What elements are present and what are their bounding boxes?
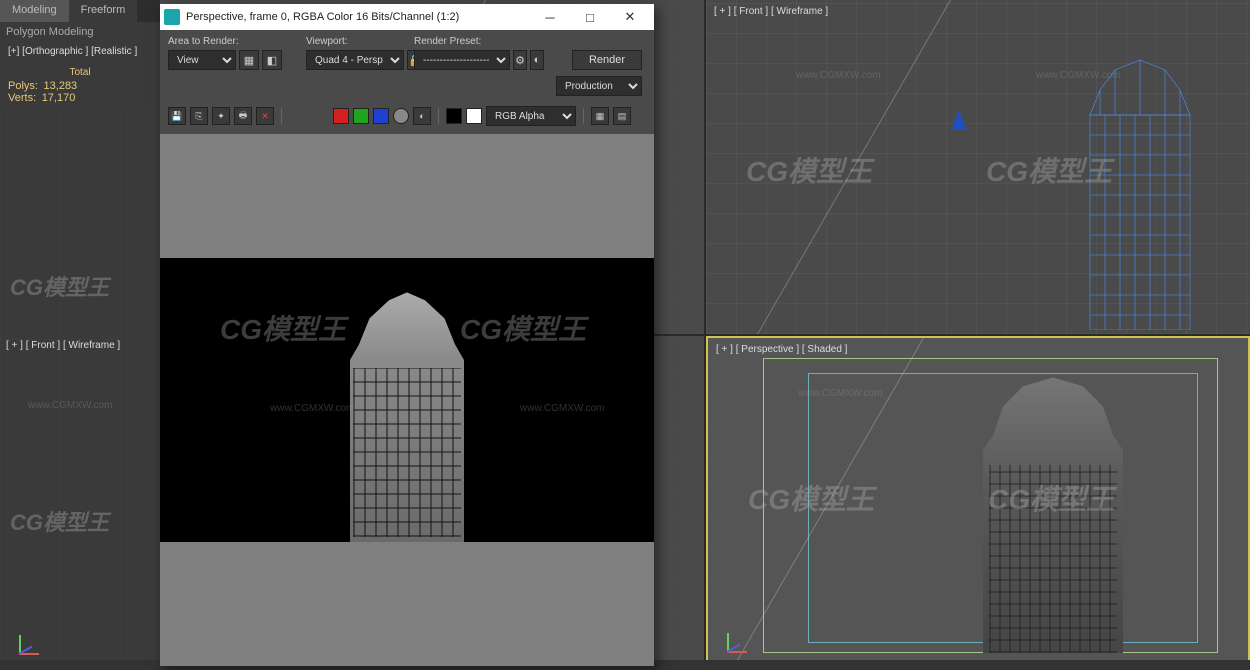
- camera-cone-icon: [951, 110, 967, 130]
- close-button[interactable]: ✕: [610, 4, 650, 30]
- ribbon-tabs: Modeling Freeform: [0, 0, 160, 22]
- render-button[interactable]: Render: [572, 50, 642, 70]
- clone-button[interactable]: ✦: [212, 107, 230, 125]
- render-setup-button[interactable]: ⚙: [513, 50, 527, 70]
- viewport-label-tr[interactable]: [ + ] [ Front ] [ Wireframe ]: [714, 6, 828, 17]
- render-preset-label: Render Preset:: [414, 36, 544, 47]
- area-to-render-label: Area to Render:: [168, 36, 298, 47]
- monochrome-button[interactable]: ◐: [413, 107, 431, 125]
- section-polygon-modeling: Polygon Modeling: [0, 22, 160, 42]
- save-image-button[interactable]: 💾: [168, 107, 186, 125]
- minimize-button[interactable]: ─: [530, 4, 570, 30]
- viewport-select-label: Viewport:: [306, 36, 406, 47]
- viewport-bottom-right[interactable]: [ + ] [ Perspective ] [ Shaded ] CG模型王 C…: [706, 336, 1250, 670]
- render-toolbar-row2: 💾 ⎘ ✦ 🖶 ✕ ◐ RGB Alpha ▦ ▤: [160, 102, 654, 134]
- viewport-mode-label[interactable]: [+] [Orthographic ] [Realistic ]: [0, 42, 160, 61]
- watermark: CG模型王: [460, 308, 586, 348]
- render-mode-select[interactable]: Production: [556, 76, 642, 96]
- area-to-render-select[interactable]: View: [168, 50, 236, 70]
- stats-polys: Polys: 13,283: [8, 80, 152, 92]
- print-button[interactable]: 🖶: [234, 107, 252, 125]
- tab-freeform[interactable]: Freeform: [69, 0, 138, 22]
- render-canvas[interactable]: CG模型王 CG模型王 www.CGMXW.com www.CGMXW.com: [160, 134, 654, 666]
- wireframe-building: [1070, 20, 1210, 330]
- edit-region-button[interactable]: ▦: [239, 50, 259, 70]
- render-output: CG模型王 CG模型王 www.CGMXW.com www.CGMXW.com: [160, 258, 654, 542]
- maximize-button[interactable]: □: [570, 4, 610, 30]
- copy-image-button[interactable]: ⎘: [190, 107, 208, 125]
- auto-region-button[interactable]: ◧: [262, 50, 282, 70]
- channel-alpha-button[interactable]: [393, 108, 409, 124]
- watermark-url: www.CGMXW.com: [520, 403, 604, 414]
- render-window-title: Perspective, frame 0, RGBA Color 16 Bits…: [186, 11, 530, 23]
- stats-total-label: Total: [8, 67, 152, 78]
- channel-blue-button[interactable]: [373, 108, 389, 124]
- viewport-label-br[interactable]: [ + ] [ Perspective ] [ Shaded ]: [716, 344, 847, 355]
- tab-modeling[interactable]: Modeling: [0, 0, 69, 22]
- viewport-select[interactable]: Quad 4 - Perspec: [306, 50, 404, 70]
- bg-white-swatch[interactable]: [466, 108, 482, 124]
- rendered-building: [332, 282, 482, 542]
- watermark-url: www.CGMXW.com: [270, 403, 354, 414]
- app-icon: [164, 9, 180, 25]
- axis-gizmo[interactable]: [15, 625, 45, 655]
- channel-green-button[interactable]: [353, 108, 369, 124]
- render-frame-window[interactable]: Perspective, frame 0, RGBA Color 16 Bits…: [160, 4, 654, 666]
- scene-statistics: Total Polys: 13,283 Verts: 17,170: [0, 61, 160, 110]
- watermark: CG模型王: [220, 308, 346, 348]
- channel-red-button[interactable]: [333, 108, 349, 124]
- axis-gizmo[interactable]: [723, 623, 753, 653]
- stats-verts: Verts: 17,170: [8, 92, 152, 104]
- render-window-titlebar[interactable]: Perspective, frame 0, RGBA Color 16 Bits…: [160, 4, 654, 30]
- render-preset-select[interactable]: -----------------------: [414, 50, 510, 70]
- bg-black-swatch[interactable]: [446, 108, 462, 124]
- viewport-top-right[interactable]: [ + ] [ Front ] [ Wireframe ]: [706, 0, 1250, 334]
- toggle-overlay-button[interactable]: ▦: [591, 107, 609, 125]
- channel-display-select[interactable]: RGB Alpha: [486, 106, 576, 126]
- render-toolbar-row1: Area to Render: View ▦ ◧ Viewport: Quad …: [160, 30, 654, 102]
- toggle-ui-button[interactable]: ▤: [613, 107, 631, 125]
- clear-button[interactable]: ✕: [256, 107, 274, 125]
- left-sidebar: Modeling Freeform Polygon Modeling [+] […: [0, 0, 160, 670]
- environment-button[interactable]: ◐: [530, 50, 544, 70]
- viewport-label-bl[interactable]: [ + ] [ Front ] [ Wireframe ]: [6, 340, 120, 351]
